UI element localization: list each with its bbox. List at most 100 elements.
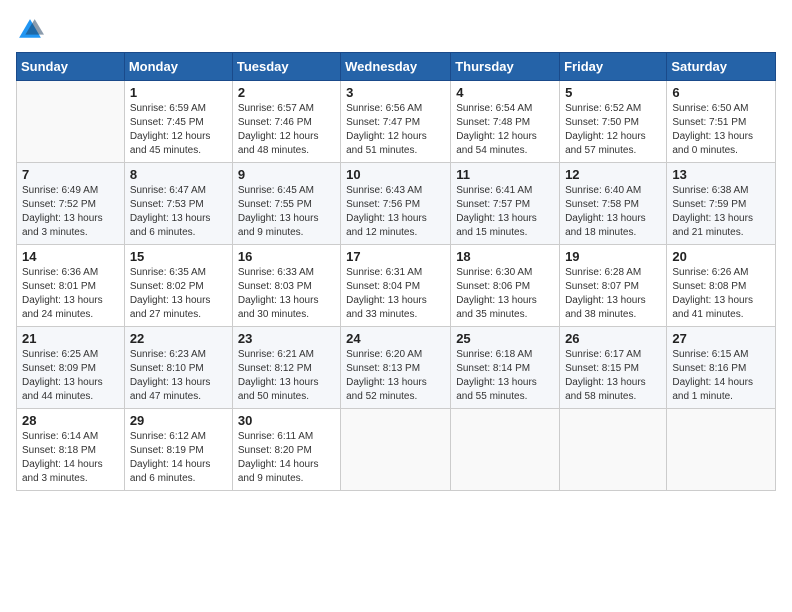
calendar-cell: [560, 409, 667, 491]
header-day-wednesday: Wednesday: [341, 53, 451, 81]
header-day-friday: Friday: [560, 53, 667, 81]
calendar-cell: 2 Sunrise: 6:57 AM Sunset: 7:46 PM Daylig…: [232, 81, 340, 163]
day-info: Sunrise: 6:23 AM Sunset: 8:10 PM Dayligh…: [130, 348, 227, 404]
calendar-cell: 15Sunrise: 6:35 AM Sunset: 8:02 PM Dayli…: [124, 245, 232, 327]
calendar-body: 1 Sunrise: 6:59 AM Sunset: 7:45 PM Daylig…: [17, 81, 776, 491]
day-info: Sunrise: 6:28 AM Sunset: 8:07 PM Dayligh…: [565, 266, 661, 322]
day-info: Sunrise: 6:45 AM Sunset: 7:55 PM Dayligh…: [238, 184, 335, 240]
day-number: 6: [672, 85, 770, 100]
calendar-header: SundayMondayTuesdayWednesdayThursdayFrid…: [17, 53, 776, 81]
day-number: 4: [456, 85, 554, 100]
calendar-cell: 16 Sunrise: 6:33 AM Sunset: 8:03 PM Dayli…: [232, 245, 340, 327]
calendar-cell: 6 Sunrise: 6:50 AM Sunset: 7:51 PM Daylig…: [667, 81, 776, 163]
calendar-cell: 21 Sunrise: 6:25 AM Sunset: 8:09 PM Dayli…: [17, 327, 125, 409]
calendar-week-4: 28 Sunrise: 6:14 AM Sunset: 8:18 PM Dayli…: [17, 409, 776, 491]
day-info: Sunrise: 6:11 AM Sunset: 8:20 PM Dayligh…: [238, 430, 335, 486]
day-number: 30: [238, 413, 335, 428]
day-number: 11: [456, 167, 554, 182]
calendar-cell: 28 Sunrise: 6:14 AM Sunset: 8:18 PM Dayli…: [17, 409, 125, 491]
calendar-week-3: 21 Sunrise: 6:25 AM Sunset: 8:09 PM Dayli…: [17, 327, 776, 409]
header-day-saturday: Saturday: [667, 53, 776, 81]
day-info: Sunrise: 6:57 AM Sunset: 7:46 PM Dayligh…: [238, 102, 335, 158]
header-row: SundayMondayTuesdayWednesdayThursdayFrid…: [17, 53, 776, 81]
calendar-cell: 29 Sunrise: 6:12 AM Sunset: 8:19 PM Dayli…: [124, 409, 232, 491]
calendar-cell: 3 Sunrise: 6:56 AM Sunset: 7:47 PM Daylig…: [341, 81, 451, 163]
logo-icon: [16, 16, 44, 44]
day-number: 26: [565, 331, 661, 346]
day-number: 19: [565, 249, 661, 264]
day-info: Sunrise: 6:59 AM Sunset: 7:45 PM Dayligh…: [130, 102, 227, 158]
calendar-cell: [667, 409, 776, 491]
day-info: Sunrise: 6:31 AM Sunset: 8:04 PM Dayligh…: [346, 266, 445, 322]
day-info: Sunrise: 6:50 AM Sunset: 7:51 PM Dayligh…: [672, 102, 770, 158]
day-info: Sunrise: 6:33 AM Sunset: 8:03 PM Dayligh…: [238, 266, 335, 322]
day-info: Sunrise: 6:14 AM Sunset: 8:18 PM Dayligh…: [22, 430, 119, 486]
day-info: Sunrise: 6:49 AM Sunset: 7:52 PM Dayligh…: [22, 184, 119, 240]
page-header: [16, 16, 776, 44]
header-day-monday: Monday: [124, 53, 232, 81]
day-info: Sunrise: 6:18 AM Sunset: 8:14 PM Dayligh…: [456, 348, 554, 404]
calendar-table: SundayMondayTuesdayWednesdayThursdayFrid…: [16, 52, 776, 491]
day-number: 15: [130, 249, 227, 264]
day-info: Sunrise: 6:20 AM Sunset: 8:13 PM Dayligh…: [346, 348, 445, 404]
calendar-cell: 13Sunrise: 6:38 AM Sunset: 7:59 PM Dayli…: [667, 163, 776, 245]
calendar-cell: [451, 409, 560, 491]
calendar-cell: 30 Sunrise: 6:11 AM Sunset: 8:20 PM Dayli…: [232, 409, 340, 491]
day-info: Sunrise: 6:26 AM Sunset: 8:08 PM Dayligh…: [672, 266, 770, 322]
day-number: 20: [672, 249, 770, 264]
day-number: 25: [456, 331, 554, 346]
header-day-sunday: Sunday: [17, 53, 125, 81]
day-number: 10: [346, 167, 445, 182]
day-info: Sunrise: 6:17 AM Sunset: 8:15 PM Dayligh…: [565, 348, 661, 404]
calendar-cell: 5Sunrise: 6:52 AM Sunset: 7:50 PM Daylig…: [560, 81, 667, 163]
calendar-cell: 22 Sunrise: 6:23 AM Sunset: 8:10 PM Dayli…: [124, 327, 232, 409]
day-number: 28: [22, 413, 119, 428]
day-number: 22: [130, 331, 227, 346]
calendar-week-1: 7Sunrise: 6:49 AM Sunset: 7:52 PM Daylig…: [17, 163, 776, 245]
day-number: 14: [22, 249, 119, 264]
day-info: Sunrise: 6:36 AM Sunset: 8:01 PM Dayligh…: [22, 266, 119, 322]
day-number: 1: [130, 85, 227, 100]
calendar-cell: 14 Sunrise: 6:36 AM Sunset: 8:01 PM Dayli…: [17, 245, 125, 327]
day-info: Sunrise: 6:41 AM Sunset: 7:57 PM Dayligh…: [456, 184, 554, 240]
day-number: 24: [346, 331, 445, 346]
calendar-cell: 23 Sunrise: 6:21 AM Sunset: 8:12 PM Dayli…: [232, 327, 340, 409]
day-info: Sunrise: 6:30 AM Sunset: 8:06 PM Dayligh…: [456, 266, 554, 322]
day-info: Sunrise: 6:56 AM Sunset: 7:47 PM Dayligh…: [346, 102, 445, 158]
day-number: 23: [238, 331, 335, 346]
header-day-thursday: Thursday: [451, 53, 560, 81]
day-number: 13: [672, 167, 770, 182]
calendar-cell: 20 Sunrise: 6:26 AM Sunset: 8:08 PM Dayli…: [667, 245, 776, 327]
day-number: 5: [565, 85, 661, 100]
calendar-cell: 7Sunrise: 6:49 AM Sunset: 7:52 PM Daylig…: [17, 163, 125, 245]
day-number: 3: [346, 85, 445, 100]
day-info: Sunrise: 6:25 AM Sunset: 8:09 PM Dayligh…: [22, 348, 119, 404]
day-number: 27: [672, 331, 770, 346]
header-day-tuesday: Tuesday: [232, 53, 340, 81]
calendar-cell: 10 Sunrise: 6:43 AM Sunset: 7:56 PM Dayli…: [341, 163, 451, 245]
calendar-week-2: 14 Sunrise: 6:36 AM Sunset: 8:01 PM Dayli…: [17, 245, 776, 327]
day-number: 9: [238, 167, 335, 182]
calendar-cell: 8Sunrise: 6:47 AM Sunset: 7:53 PM Daylig…: [124, 163, 232, 245]
logo: [16, 16, 48, 44]
day-number: 2: [238, 85, 335, 100]
day-info: Sunrise: 6:15 AM Sunset: 8:16 PM Dayligh…: [672, 348, 770, 404]
calendar-cell: 27 Sunrise: 6:15 AM Sunset: 8:16 PM Dayli…: [667, 327, 776, 409]
day-info: Sunrise: 6:21 AM Sunset: 8:12 PM Dayligh…: [238, 348, 335, 404]
calendar-cell: [17, 81, 125, 163]
day-number: 29: [130, 413, 227, 428]
day-number: 21: [22, 331, 119, 346]
day-number: 18: [456, 249, 554, 264]
calendar-cell: 11 Sunrise: 6:41 AM Sunset: 7:57 PM Dayli…: [451, 163, 560, 245]
day-info: Sunrise: 6:43 AM Sunset: 7:56 PM Dayligh…: [346, 184, 445, 240]
day-info: Sunrise: 6:40 AM Sunset: 7:58 PM Dayligh…: [565, 184, 661, 240]
day-number: 17: [346, 249, 445, 264]
calendar-cell: 18 Sunrise: 6:30 AM Sunset: 8:06 PM Dayli…: [451, 245, 560, 327]
calendar-cell: 1 Sunrise: 6:59 AM Sunset: 7:45 PM Daylig…: [124, 81, 232, 163]
calendar-cell: 25 Sunrise: 6:18 AM Sunset: 8:14 PM Dayli…: [451, 327, 560, 409]
day-number: 16: [238, 249, 335, 264]
calendar-cell: 9 Sunrise: 6:45 AM Sunset: 7:55 PM Daylig…: [232, 163, 340, 245]
calendar-cell: 26 Sunrise: 6:17 AM Sunset: 8:15 PM Dayli…: [560, 327, 667, 409]
day-info: Sunrise: 6:47 AM Sunset: 7:53 PM Dayligh…: [130, 184, 227, 240]
day-info: Sunrise: 6:12 AM Sunset: 8:19 PM Dayligh…: [130, 430, 227, 486]
